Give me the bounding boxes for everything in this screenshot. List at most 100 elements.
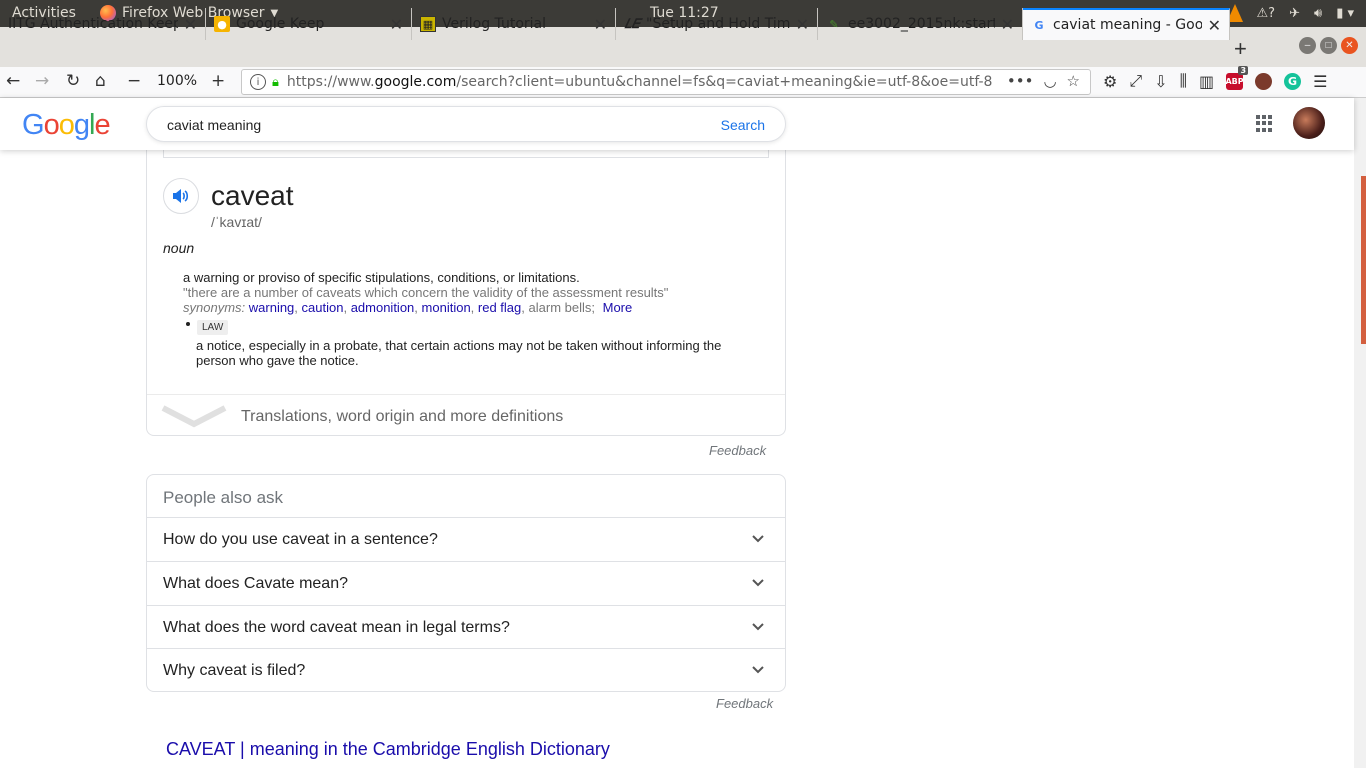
people-also-ask: People also ask How do you use caveat in… — [146, 474, 786, 692]
adblock-label: ABP — [1225, 76, 1244, 86]
pocket-icon[interactable]: ◡ — [1043, 72, 1056, 90]
close-icon[interactable]: ✕ — [184, 15, 197, 34]
back-button[interactable]: ← — [6, 71, 20, 91]
battery-icon[interactable]: ▮ ▾ — [1336, 6, 1354, 21]
wifi-question-icon[interactable]: ⚠? — [1257, 6, 1276, 21]
search-box[interactable]: caviat meaning Search — [146, 106, 786, 142]
grammarly-icon[interactable]: G — [1284, 72, 1302, 90]
logo-letter: o — [58, 109, 75, 141]
bullet — [186, 322, 190, 326]
tab-label: ee3002_2015nk:start — [848, 16, 995, 32]
home-button[interactable]: ⌂ — [95, 71, 106, 91]
le-icon: 𝐿𝐸 — [624, 16, 640, 32]
synonym-link[interactable]: red flag — [478, 300, 521, 315]
verilog-icon: ▦ — [420, 16, 436, 32]
zoom-out-button[interactable]: − — [127, 71, 141, 91]
tab-iitg[interactable]: IITG Authentication Keep ✕ — [0, 8, 206, 40]
close-icon[interactable]: ✕ — [594, 15, 607, 34]
minimize-button[interactable]: – — [1299, 37, 1316, 54]
synonyms-line: synonyms: warning, caution, admonition, … — [183, 300, 633, 315]
settings-gear-icon[interactable]: ⚙ — [1103, 72, 1117, 91]
tab-google-keep[interactable]: ● Google Keep ✕ — [206, 8, 412, 40]
search-result-title[interactable]: CAVEAT | meaning in the Cambridge Englis… — [166, 739, 610, 760]
tab-google-search[interactable]: G caviat meaning - Goog ✕ — [1023, 8, 1230, 40]
airplane-icon[interactable]: ✈ — [1289, 6, 1300, 21]
tab-ee3002[interactable]: ✎ ee3002_2015nk:start ✕ — [818, 8, 1023, 40]
tab-label: Verilog Tutorial — [442, 16, 547, 32]
fullscreen-icon[interactable]: ⤢ — [1129, 71, 1142, 91]
page-actions-icon[interactable]: ••• — [1007, 72, 1034, 90]
feedback-link[interactable]: Feedback — [716, 696, 773, 711]
close-icon[interactable]: ✕ — [1208, 16, 1221, 35]
logo-letter: e — [94, 109, 110, 141]
sidebar-icon[interactable]: ▥ — [1199, 72, 1214, 91]
library-icon[interactable]: ⫼ — [1180, 71, 1187, 91]
lock-icon[interactable]: 🔒︎ — [272, 75, 279, 90]
tab-verilog[interactable]: ▦ Verilog Tutorial ✕ — [412, 8, 616, 40]
subject-tag: LAW — [197, 320, 229, 335]
info-icon[interactable]: i — [250, 74, 266, 90]
expand-chevron-icon[interactable] — [161, 404, 227, 428]
maximize-button[interactable]: □ — [1320, 37, 1337, 54]
url-text[interactable]: https://www.google.com/search?client=ubu… — [287, 74, 993, 90]
synonym-link[interactable]: warning — [249, 300, 295, 315]
definition-2: a notice, especially in a probate, that … — [196, 338, 722, 368]
paa-question[interactable]: What does Cavate mean? — [147, 561, 785, 605]
part-of-speech: noun — [163, 240, 195, 256]
zoom-in-button[interactable]: + — [211, 71, 225, 91]
toolbar-icons: ⚙ ⤢ ⇩ ⫼ ▥ ABP 3 G ☰ — [1103, 65, 1327, 91]
paa-question[interactable]: How do you use caveat in a sentence? — [147, 517, 785, 561]
question-text: What does Cavate mean? — [163, 575, 348, 592]
feedback-link[interactable]: Feedback — [709, 443, 766, 458]
question-text: Why caveat is filed? — [163, 662, 306, 679]
tab-label: caviat meaning - Goog — [1053, 17, 1202, 33]
synonym-link[interactable]: admonition — [351, 300, 415, 315]
zoom-level[interactable]: 100% — [157, 73, 197, 89]
paa-question[interactable]: What does the word caveat mean in legal … — [147, 605, 785, 649]
volume-icon[interactable]: 🔊︎ — [1314, 6, 1322, 21]
divider — [147, 394, 785, 395]
navigation-bar: ← → ↻ ⌂ − 100% + i 🔒︎ https://www.google… — [0, 65, 1366, 98]
tab-label: IITG Authentication Keep — [8, 16, 178, 32]
menu-icon[interactable]: ☰ — [1313, 72, 1327, 91]
synonyms-label: synonyms: — [183, 300, 246, 315]
tab-setup-hold[interactable]: 𝐿𝐸 "Setup and Hold Time ✕ — [616, 8, 818, 40]
paa-title: People also ask — [163, 488, 284, 507]
system-tray[interactable]: ⚠? ✈ 🔊︎ ▮ ▾ — [1226, 4, 1354, 22]
google-logo[interactable]: Google — [22, 109, 111, 142]
close-icon[interactable]: ✕ — [390, 15, 403, 34]
scrollbar-thumb[interactable] — [1361, 176, 1366, 344]
synonym-link[interactable]: monition — [422, 300, 471, 315]
close-window-button[interactable]: ✕ — [1341, 37, 1358, 54]
speaker-button[interactable] — [163, 178, 199, 214]
window-controls: – □ ✕ — [1299, 37, 1358, 54]
new-tab-button[interactable]: + — [1234, 36, 1247, 62]
search-button[interactable]: Search — [721, 117, 765, 133]
search-input[interactable]: caviat meaning — [167, 117, 261, 133]
url-bar[interactable]: i 🔒︎ https://www.google.com/search?clien… — [241, 69, 1091, 95]
close-icon[interactable]: ✕ — [796, 15, 809, 34]
headword: caveat — [211, 180, 294, 211]
url-domain: google.com — [374, 74, 457, 90]
synonym-link[interactable]: caution — [302, 300, 344, 315]
extension-avatar-icon[interactable] — [1255, 72, 1273, 90]
reload-button[interactable]: ↻ — [66, 71, 80, 91]
speaker-icon — [173, 189, 189, 203]
download-icon[interactable]: ⇩ — [1154, 72, 1167, 91]
avatar[interactable] — [1293, 107, 1325, 139]
close-icon[interactable]: ✕ — [1001, 15, 1014, 34]
more-definitions-link[interactable]: Translations, word origin and more defin… — [241, 408, 563, 426]
bookmark-star-icon[interactable]: ☆ — [1067, 72, 1080, 90]
adblock-icon[interactable]: ABP 3 — [1225, 65, 1249, 90]
apps-grid-icon[interactable] — [1256, 115, 1273, 132]
pronunciation: /ˈkavɪat/ — [211, 214, 262, 230]
adblock-badge: 3 — [1238, 65, 1249, 75]
url-path: /search?client=ubuntu&channel=fs&q=cavia… — [456, 74, 993, 90]
paa-question[interactable]: Why caveat is filed? — [147, 648, 785, 691]
more-synonyms-link[interactable]: More — [603, 300, 633, 315]
tab-label: "Setup and Hold Time — [646, 16, 790, 32]
wiki-icon: ✎ — [829, 17, 839, 31]
synonym-plain: alarm bells; — [528, 300, 595, 315]
forward-button[interactable]: → — [35, 71, 49, 91]
chevron-down-icon — [752, 623, 764, 631]
